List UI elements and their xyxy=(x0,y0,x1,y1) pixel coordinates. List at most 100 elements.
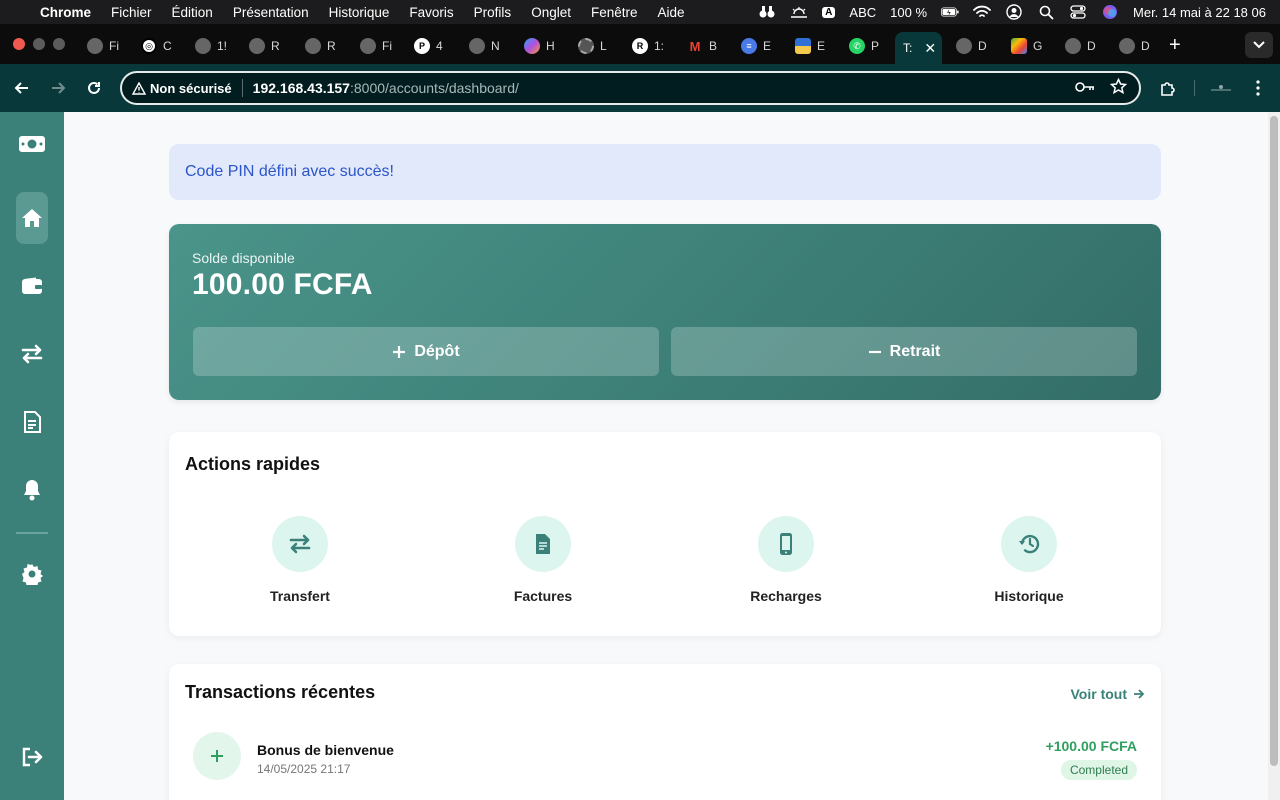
browser-tab[interactable]: D xyxy=(1057,32,1109,60)
menu-profils[interactable]: Profils xyxy=(474,5,512,20)
browser-tab[interactable]: R 1: xyxy=(624,32,676,60)
gmail-icon: M xyxy=(689,38,701,54)
menu-app-name[interactable]: Chrome xyxy=(40,5,91,20)
invoice-icon xyxy=(515,516,571,572)
sidebar-item-home[interactable] xyxy=(16,192,48,244)
address-bar[interactable]: Non sécurisé 192.168.43.157:8000/account… xyxy=(120,71,1141,105)
sidebar-item-transfer[interactable] xyxy=(16,328,48,380)
browser-tab[interactable]: ≡ E xyxy=(733,32,785,60)
forward-button[interactable] xyxy=(46,76,70,100)
see-all-link[interactable]: Voir tout xyxy=(1070,686,1145,702)
maximize-window-button[interactable] xyxy=(53,38,65,50)
browser-tab[interactable]: H xyxy=(516,32,568,60)
user-account-icon[interactable] xyxy=(1005,4,1023,20)
globe-icon xyxy=(578,38,594,54)
macos-menu-bar: Chrome Fichier Édition Présentation Hist… xyxy=(0,0,1280,24)
tab-label: 1: xyxy=(654,39,665,53)
siri-icon[interactable] xyxy=(1101,5,1119,19)
security-label[interactable]: Non sécurisé xyxy=(150,81,232,96)
deposit-label: Dépôt xyxy=(414,342,460,360)
scrollbar-thumb[interactable] xyxy=(1270,116,1278,766)
sidebar-item-settings[interactable] xyxy=(16,548,48,600)
spotlight-search-icon[interactable] xyxy=(1037,5,1055,19)
browser-tab[interactable]: MB xyxy=(679,32,731,60)
plus-icon xyxy=(393,345,406,358)
transaction-row[interactable]: Bonus de bienvenue 14/05/2025 21:17 +100… xyxy=(169,732,1161,788)
browser-tab[interactable]: ◎ C xyxy=(133,32,185,60)
sidebar-divider xyxy=(16,532,48,534)
browser-tab[interactable]: Fi xyxy=(79,32,131,60)
deposit-button[interactable]: Dépôt xyxy=(193,327,659,376)
close-tab-icon[interactable]: ✕ xyxy=(924,40,936,57)
profile-avatar[interactable] xyxy=(1209,76,1233,100)
browser-tab[interactable]: R xyxy=(297,32,349,60)
browser-tab[interactable]: E xyxy=(787,32,839,60)
money-icon[interactable] xyxy=(16,118,48,170)
browser-tab-active[interactable]: T: ✕ xyxy=(895,32,942,64)
transaction-amount: +100.00 FCFA xyxy=(1045,738,1137,754)
quick-action-label: Recharges xyxy=(750,588,822,604)
tab-label: D xyxy=(1087,39,1096,53)
browser-tab[interactable]: P4 xyxy=(406,32,458,60)
browser-menu-button[interactable] xyxy=(1246,76,1270,100)
wifi-icon[interactable] xyxy=(973,5,991,19)
browser-tab[interactable]: R xyxy=(241,32,293,60)
input-source-a-icon[interactable]: A xyxy=(822,6,836,18)
app-sidebar xyxy=(0,112,64,800)
menu-favoris[interactable]: Favoris xyxy=(409,5,453,20)
browser-tab[interactable]: Fi xyxy=(352,32,404,60)
browser-tab[interactable]: G xyxy=(1003,32,1055,60)
quick-action-history[interactable]: Historique xyxy=(959,516,1099,604)
menu-historique[interactable]: Historique xyxy=(329,5,390,20)
browser-tab[interactable]: D xyxy=(948,32,1000,60)
control-center-icon[interactable] xyxy=(1069,5,1087,19)
menu-aide[interactable]: Aide xyxy=(658,5,685,20)
wallet-icon xyxy=(22,277,42,294)
menu-onglet[interactable]: Onglet xyxy=(531,5,571,20)
input-source-label[interactable]: ABC xyxy=(849,5,876,20)
quick-actions-title: Actions rapides xyxy=(185,454,321,474)
tab-label: C xyxy=(163,39,172,53)
password-key-icon[interactable] xyxy=(1075,80,1095,96)
sidebar-item-logout[interactable] xyxy=(16,731,48,783)
tab-label: E xyxy=(763,39,772,53)
menu-fenetre[interactable]: Fenêtre xyxy=(591,5,638,20)
menu-presentation[interactable]: Présentation xyxy=(233,5,309,20)
sidebar-item-wallet[interactable] xyxy=(16,260,48,312)
extensions-button[interactable] xyxy=(1156,76,1180,100)
back-button[interactable] xyxy=(10,76,34,100)
quick-action-invoices[interactable]: Factures xyxy=(473,516,613,604)
new-tab-button[interactable]: + xyxy=(1169,34,1181,57)
tab-label: T: xyxy=(903,41,913,55)
minimize-window-button[interactable] xyxy=(33,38,45,50)
browser-tab[interactable]: 1! xyxy=(187,32,239,60)
night-shift-icon[interactable] xyxy=(790,5,808,19)
success-alert: Code PIN défini avec succès! xyxy=(169,144,1161,200)
whatsapp-icon: ✆ xyxy=(849,38,865,54)
close-window-button[interactable] xyxy=(13,38,25,50)
sidebar-item-invoices[interactable] xyxy=(16,396,48,448)
menu-clock[interactable]: Mer. 14 mai à 22 18 06 xyxy=(1133,5,1266,20)
bookmark-star-icon[interactable] xyxy=(1109,77,1128,98)
sidebar-item-notifications[interactable] xyxy=(16,464,48,516)
page-scrollbar[interactable] xyxy=(1268,112,1280,800)
withdraw-button[interactable]: Retrait xyxy=(671,327,1137,376)
url-path: :8000/accounts/dashboard/ xyxy=(349,80,519,96)
menu-fichier[interactable]: Fichier xyxy=(111,5,152,20)
battery-charging-icon[interactable] xyxy=(941,5,959,19)
reload-button[interactable] xyxy=(82,76,106,100)
toolbar-divider xyxy=(1194,80,1195,96)
docs-icon: ≡ xyxy=(741,38,757,54)
quick-action-transfer[interactable]: Transfert xyxy=(230,516,370,604)
tab-search-button[interactable] xyxy=(1245,32,1273,58)
tab-label: R xyxy=(327,39,336,53)
quick-action-recharges[interactable]: Recharges xyxy=(716,516,856,604)
browser-tab[interactable]: D xyxy=(1111,32,1163,60)
menu-edition[interactable]: Édition xyxy=(172,5,213,20)
url-host: 192.168.43.157 xyxy=(252,80,350,96)
browser-tab[interactable]: ✆ P xyxy=(841,32,893,60)
browser-tab[interactable]: L xyxy=(570,32,622,60)
transaction-date: 14/05/2025 21:17 xyxy=(257,762,351,776)
binoculars-icon[interactable] xyxy=(758,5,776,19)
browser-tab[interactable]: N xyxy=(461,32,513,60)
